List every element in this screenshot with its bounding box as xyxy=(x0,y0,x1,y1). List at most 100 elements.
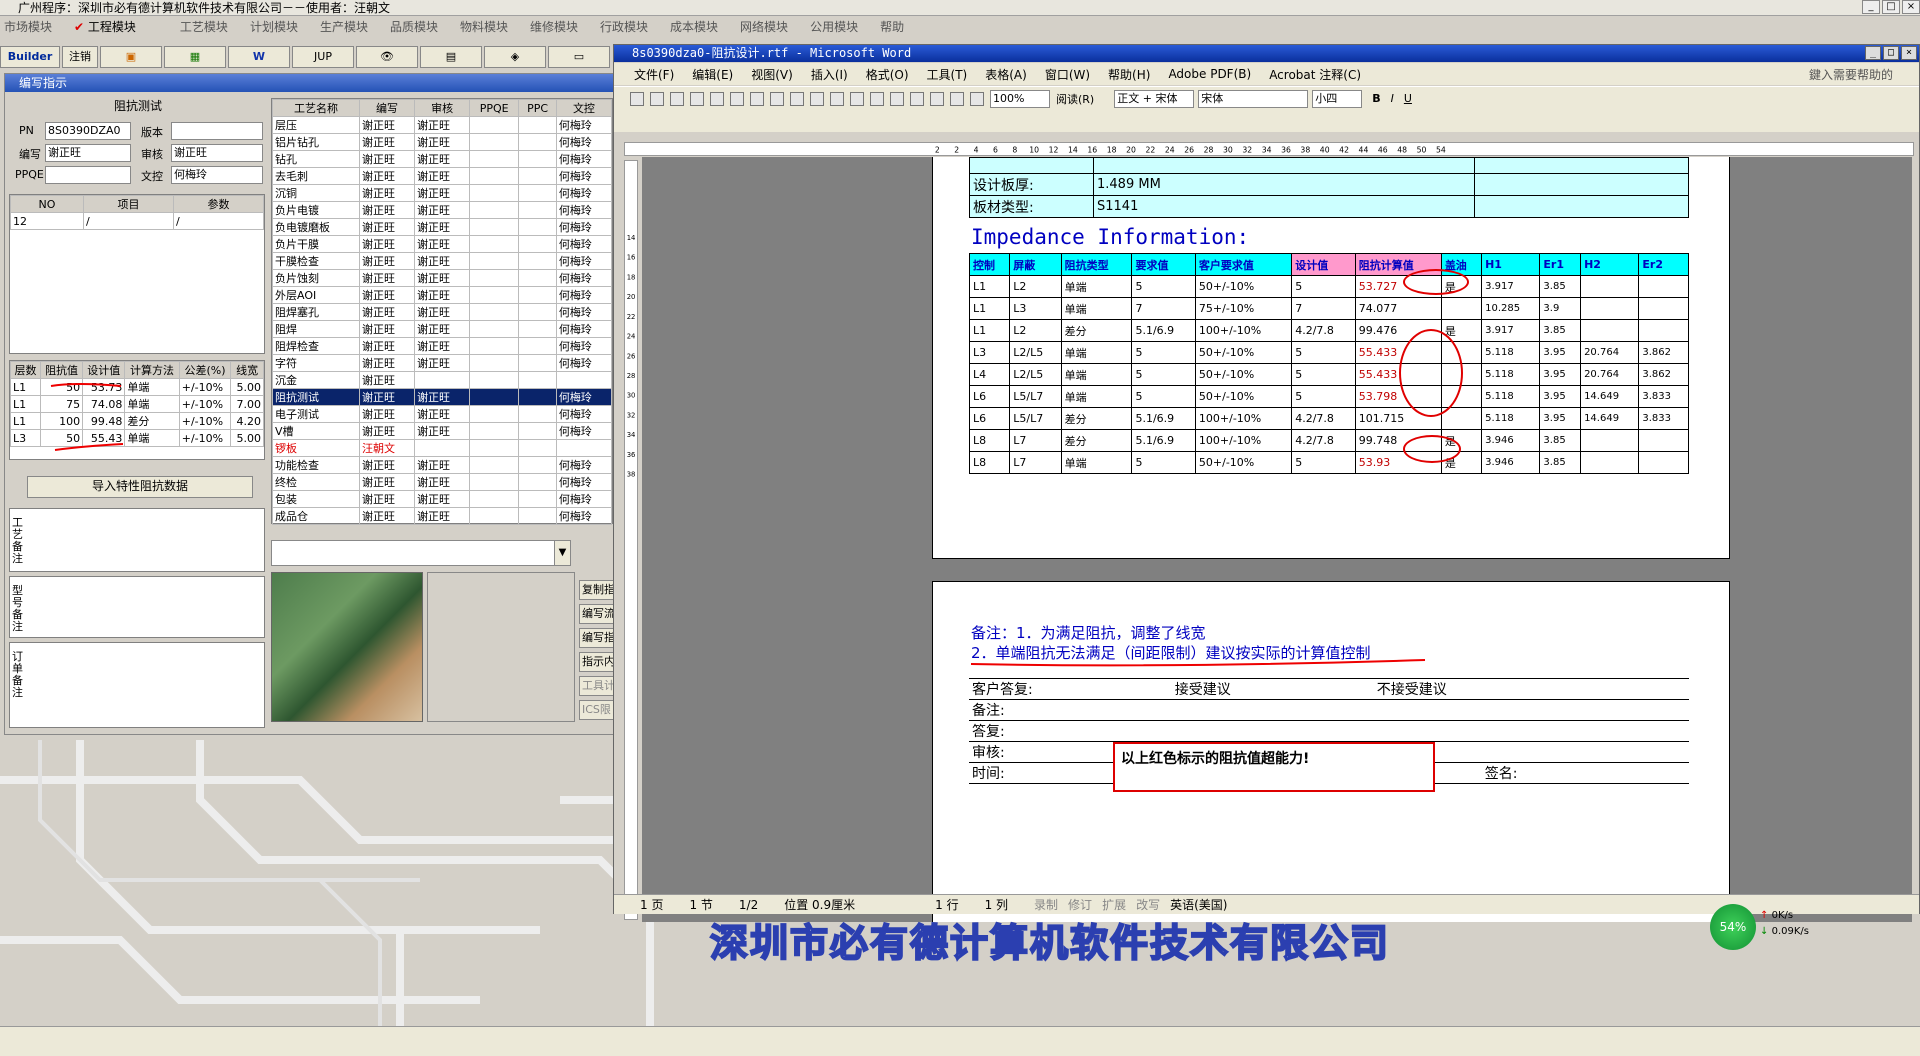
side-button[interactable]: 复制指 xyxy=(579,580,615,600)
word-menu-table[interactable]: 表格(A) xyxy=(985,66,1027,83)
word-menu-edit[interactable]: 编辑(E) xyxy=(692,66,733,83)
hyperlink-icon[interactable] xyxy=(910,91,924,106)
research-icon[interactable] xyxy=(790,91,804,106)
model-notes[interactable]: 型号备注 xyxy=(9,576,265,638)
word-icon[interactable]: W xyxy=(228,46,290,68)
process-row[interactable]: V槽 谢正旺 谢正旺 何梅玲 xyxy=(272,422,613,440)
author-field[interactable]: 谢正旺 xyxy=(45,144,131,162)
close-button[interactable]: × xyxy=(1902,0,1920,14)
chevron-down-icon[interactable]: ▼ xyxy=(554,541,570,565)
pn-field[interactable]: 8S0390DZA0 xyxy=(45,122,131,140)
menu-repair[interactable]: 维修模块 xyxy=(530,18,578,35)
process-row[interactable]: 去毛刺 谢正旺 谢正旺 何梅玲 xyxy=(272,167,613,185)
process-row[interactable]: 阻抗测试 谢正旺 谢正旺 何梅玲 xyxy=(272,388,613,406)
preview-icon[interactable] xyxy=(750,91,764,106)
spell-icon[interactable] xyxy=(770,91,784,106)
status-record[interactable]: 录制 xyxy=(1034,896,1058,913)
process-row[interactable]: 成品仓 谢正旺 谢正旺 何梅玲 xyxy=(272,507,613,525)
process-row[interactable]: 终检 谢正旺 谢正旺 何梅玲 xyxy=(272,473,613,491)
menu-help[interactable]: 帮助 xyxy=(880,18,904,35)
side-button[interactable]: 指示内 xyxy=(579,652,615,672)
process-row[interactable]: 字符 谢正旺 谢正旺 何梅玲 xyxy=(272,354,613,372)
italic-button[interactable]: I xyxy=(1391,92,1394,105)
excel-icon[interactable]: ▦ xyxy=(164,46,226,68)
process-row[interactable]: 功能检查 谢正旺 谢正旺 何梅玲 xyxy=(272,456,613,474)
help-search[interactable]: 鍵入需要帮助的 xyxy=(1809,66,1893,83)
process-row[interactable]: 负片蚀刻 谢正旺 谢正旺 何梅玲 xyxy=(272,269,613,287)
menu-quality[interactable]: 品质模块 xyxy=(390,18,438,35)
process-dropdown[interactable]: ▼ xyxy=(271,540,571,566)
word-maximize-button[interactable]: □ xyxy=(1883,46,1899,60)
builder-button[interactable]: Builder xyxy=(0,46,60,68)
menu-admin[interactable]: 行政模块 xyxy=(600,18,648,35)
side-button[interactable]: 编写指 xyxy=(579,628,615,648)
menu-market[interactable]: 市场模块 xyxy=(4,18,52,35)
word-menu-acrobat[interactable]: Acrobat 注释(C) xyxy=(1269,66,1361,83)
process-row[interactable]: 沉铜 谢正旺 谢正旺 何梅玲 xyxy=(272,184,613,202)
side-button[interactable]: ICS限 xyxy=(579,700,615,720)
style-select[interactable]: 正文 + 宋体 xyxy=(1114,89,1195,108)
process-row[interactable]: 负片干膜 谢正旺 谢正旺 何梅玲 xyxy=(272,235,613,253)
menu-engineering[interactable]: ✔ 工程模块 xyxy=(74,18,158,35)
process-row[interactable]: 负电镀磨板 谢正旺 谢正旺 何梅玲 xyxy=(272,218,613,236)
drawing-icon[interactable] xyxy=(970,91,984,106)
minimize-button[interactable]: _ xyxy=(1862,0,1880,14)
word-menu-help[interactable]: 帮助(H) xyxy=(1108,66,1150,83)
read-button[interactable]: 阅读(R) xyxy=(1056,91,1094,107)
process-row[interactable]: 沉金 谢正旺 xyxy=(272,371,613,389)
process-row[interactable]: 包装 谢正旺 谢正旺 何梅玲 xyxy=(272,490,613,508)
email-icon[interactable] xyxy=(710,91,724,106)
table-icon[interactable] xyxy=(930,91,944,106)
copy-icon[interactable] xyxy=(830,91,844,106)
font-select[interactable]: 宋体 xyxy=(1198,89,1309,108)
size-select[interactable]: 小四 xyxy=(1312,89,1363,108)
side-button[interactable]: 工具计 xyxy=(579,676,615,696)
status-overtype[interactable]: 改写 xyxy=(1136,896,1160,913)
word-menu-file[interactable]: 文件(F) xyxy=(634,66,674,83)
menu-production[interactable]: 生产模块 xyxy=(320,18,368,35)
process-row[interactable]: 锣板 汪朝文 xyxy=(272,439,613,457)
process-row[interactable]: 钻孔 谢正旺 谢正旺 何梅玲 xyxy=(272,150,613,168)
process-row[interactable]: 阻焊塞孔 谢正旺 谢正旺 何梅玲 xyxy=(272,303,613,321)
process-row[interactable]: 电子测试 谢正旺 谢正旺 何梅玲 xyxy=(272,405,613,423)
zoom-select[interactable]: 100% xyxy=(990,89,1050,108)
word-menu-window[interactable]: 窗口(W) xyxy=(1045,66,1090,83)
word-close-button[interactable]: × xyxy=(1901,46,1917,60)
process-row[interactable]: 外层AOI 谢正旺 谢正旺 何梅玲 xyxy=(272,286,613,304)
menu-plan[interactable]: 计划模块 xyxy=(250,18,298,35)
print-icon[interactable]: ▭ xyxy=(548,46,610,68)
word-menu-insert[interactable]: 插入(I) xyxy=(811,66,848,83)
tool-icon-1[interactable]: ▣ xyxy=(100,46,162,68)
print-icon[interactable] xyxy=(730,91,744,106)
logout-button[interactable]: 注销 xyxy=(62,46,98,68)
network-icon[interactable]: ◈ xyxy=(484,46,546,68)
redo-icon[interactable] xyxy=(890,91,904,106)
word-menu-adobe[interactable]: Adobe PDF(B) xyxy=(1168,67,1251,81)
cut-icon[interactable] xyxy=(810,91,824,106)
table-row[interactable]: 12// xyxy=(10,212,265,230)
undo-icon[interactable] xyxy=(870,91,884,106)
book-icon[interactable]: ▤ xyxy=(420,46,482,68)
underline-button[interactable]: U xyxy=(1404,92,1412,105)
doc-field[interactable]: 何梅玲 xyxy=(171,166,263,184)
order-notes[interactable]: 订单备注 xyxy=(9,642,265,728)
status-track[interactable]: 修订 xyxy=(1068,896,1092,913)
columns-icon[interactable] xyxy=(950,91,964,106)
maximize-button[interactable]: □ xyxy=(1882,0,1900,14)
process-row[interactable]: 阻焊 谢正旺 谢正旺 何梅玲 xyxy=(272,320,613,338)
word-menu-tools[interactable]: 工具(T) xyxy=(927,66,968,83)
status-extend[interactable]: 扩展 xyxy=(1102,896,1126,913)
menu-network[interactable]: 网络模块 xyxy=(740,18,788,35)
menu-cost[interactable]: 成本模块 xyxy=(670,18,718,35)
word-menu-view[interactable]: 视图(V) xyxy=(751,66,793,83)
jup-button[interactable]: JUP xyxy=(292,46,354,68)
save-icon[interactable] xyxy=(670,91,684,106)
process-row[interactable]: 层压 谢正旺 谢正旺 何梅玲 xyxy=(272,116,613,134)
word-menu-format[interactable]: 格式(O) xyxy=(866,66,909,83)
version-field[interactable] xyxy=(171,122,263,140)
permission-icon[interactable] xyxy=(690,91,704,106)
process-row[interactable]: 铝片钻孔 谢正旺 谢正旺 何梅玲 xyxy=(272,133,613,151)
import-impedance-button[interactable]: 导入特性阻抗数据 xyxy=(27,476,253,498)
side-button[interactable]: 编写流 xyxy=(579,604,615,624)
review-field[interactable]: 谢正旺 xyxy=(171,144,263,162)
